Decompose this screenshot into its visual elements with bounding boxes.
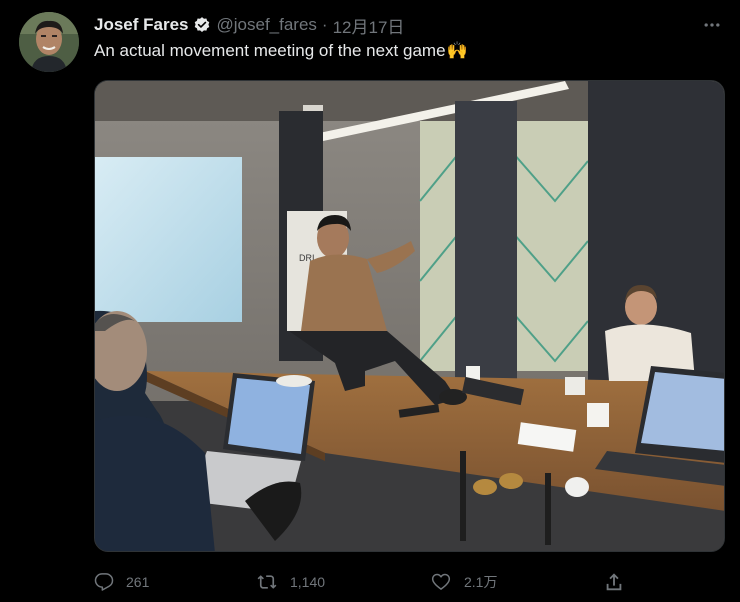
avatar[interactable] (19, 12, 79, 72)
more-icon[interactable] (700, 14, 724, 36)
author-handle[interactable]: @josef_fares (217, 15, 317, 35)
reply-count: 261 (126, 574, 150, 590)
reply-button[interactable]: 261 (94, 572, 149, 592)
retweet-button[interactable]: 1,140 (256, 572, 325, 592)
separator-dot: · (321, 15, 328, 34)
share-button[interactable] (603, 571, 637, 593)
like-button[interactable]: 2.1万 (430, 572, 497, 592)
raised-hands-emoji: 🙌 (446, 41, 468, 60)
tweet-header: Josef Fares @josef_fares · 12月17日 (94, 13, 740, 38)
reply-icon (94, 573, 114, 591)
like-count: 2.1万 (464, 574, 498, 590)
tweet-actions: 261 1,140 2.1万 (94, 568, 634, 596)
tweet-body: An actual movement meeting of the next g… (94, 41, 446, 60)
author-name[interactable]: Josef Fares (94, 15, 189, 35)
share-icon (606, 573, 622, 591)
verified-badge-icon (193, 16, 211, 34)
tweet-date[interactable]: 12月17日 (333, 13, 405, 38)
retweet-count: 1,140 (290, 574, 326, 590)
tweet-photo[interactable]: DRI (94, 80, 725, 552)
retweet-icon (257, 575, 277, 589)
tweet-text: An actual movement meeting of the next g… (94, 41, 468, 61)
heart-icon (431, 573, 451, 590)
